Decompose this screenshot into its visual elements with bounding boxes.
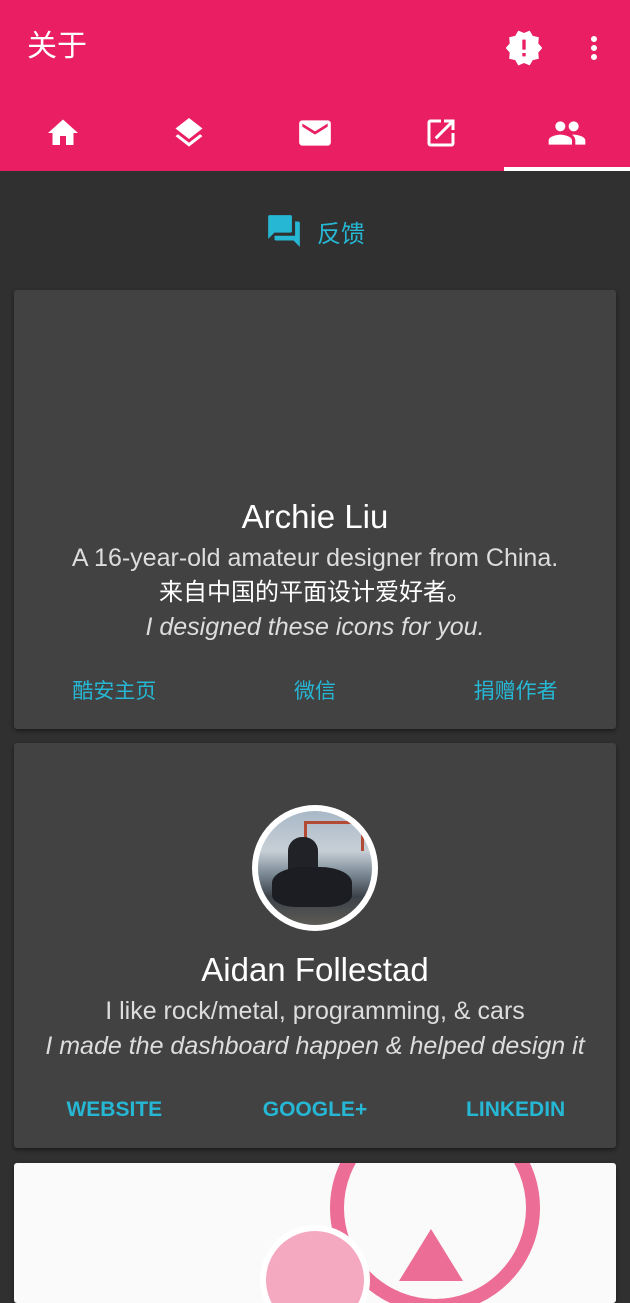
page-title: 关于 <box>27 29 87 64</box>
contributor-description: A 16-year-old amateur designer from Chin… <box>71 544 559 572</box>
card-actions: 酷安主页 微信 捐赠作者 <box>14 665 616 715</box>
avatar-photo <box>258 811 372 925</box>
forum-icon <box>268 215 300 247</box>
coolapk-homepage-button[interactable]: 酷安主页 <box>29 675 199 705</box>
tab-home[interactable] <box>0 95 126 171</box>
tab-layers[interactable] <box>126 95 252 171</box>
layers-icon <box>175 118 203 147</box>
contributor-description: I like rock/metal, programming, & cars <box>105 997 525 1025</box>
donate-button[interactable]: 捐赠作者 <box>431 675 601 705</box>
overflow-menu-button[interactable] <box>570 24 618 72</box>
selected-tab-indicator <box>504 167 630 171</box>
contributor-note: I made the dashboard happen & helped des… <box>45 1032 585 1060</box>
people-icon <box>548 121 586 145</box>
contributor-name: Aidan Follestad <box>201 951 429 988</box>
contributor-card-partial <box>14 1163 616 1303</box>
contributor-note: I designed these icons for you. <box>145 613 485 641</box>
contributor-description-cn: 来自中国的平面设计爱好者。 <box>159 578 471 606</box>
contributor-card: Aidan Follestad I like rock/metal, progr… <box>14 743 616 1148</box>
website-button[interactable]: WEBSITE <box>29 1098 199 1122</box>
tab-external[interactable] <box>378 95 504 171</box>
avatar <box>252 805 378 931</box>
contributor-name: Archie Liu <box>241 498 389 535</box>
alert-decagram-icon <box>505 30 543 66</box>
alert-button[interactable] <box>500 24 548 72</box>
open-external-icon <box>427 119 455 147</box>
tab-bar <box>0 95 630 171</box>
card-actions: WEBSITE GOOGLE+ LINKEDIN <box>14 1085 616 1135</box>
feedback-label: 反馈 <box>317 219 365 248</box>
mail-icon <box>299 120 331 146</box>
linkedin-button[interactable]: LINKEDIN <box>431 1098 601 1122</box>
more-vert-icon <box>591 36 597 60</box>
google-plus-button[interactable]: GOOGLE+ <box>230 1098 400 1122</box>
home-icon <box>48 119 78 145</box>
tab-people[interactable] <box>504 95 630 171</box>
wechat-button[interactable]: 微信 <box>230 675 400 705</box>
app-bar: 关于 <box>0 0 630 171</box>
contributor-card: Archie Liu A 16-year-old amateur designe… <box>14 290 616 729</box>
tab-mail[interactable] <box>252 95 378 171</box>
feedback-button[interactable]: 反馈 <box>0 207 630 255</box>
